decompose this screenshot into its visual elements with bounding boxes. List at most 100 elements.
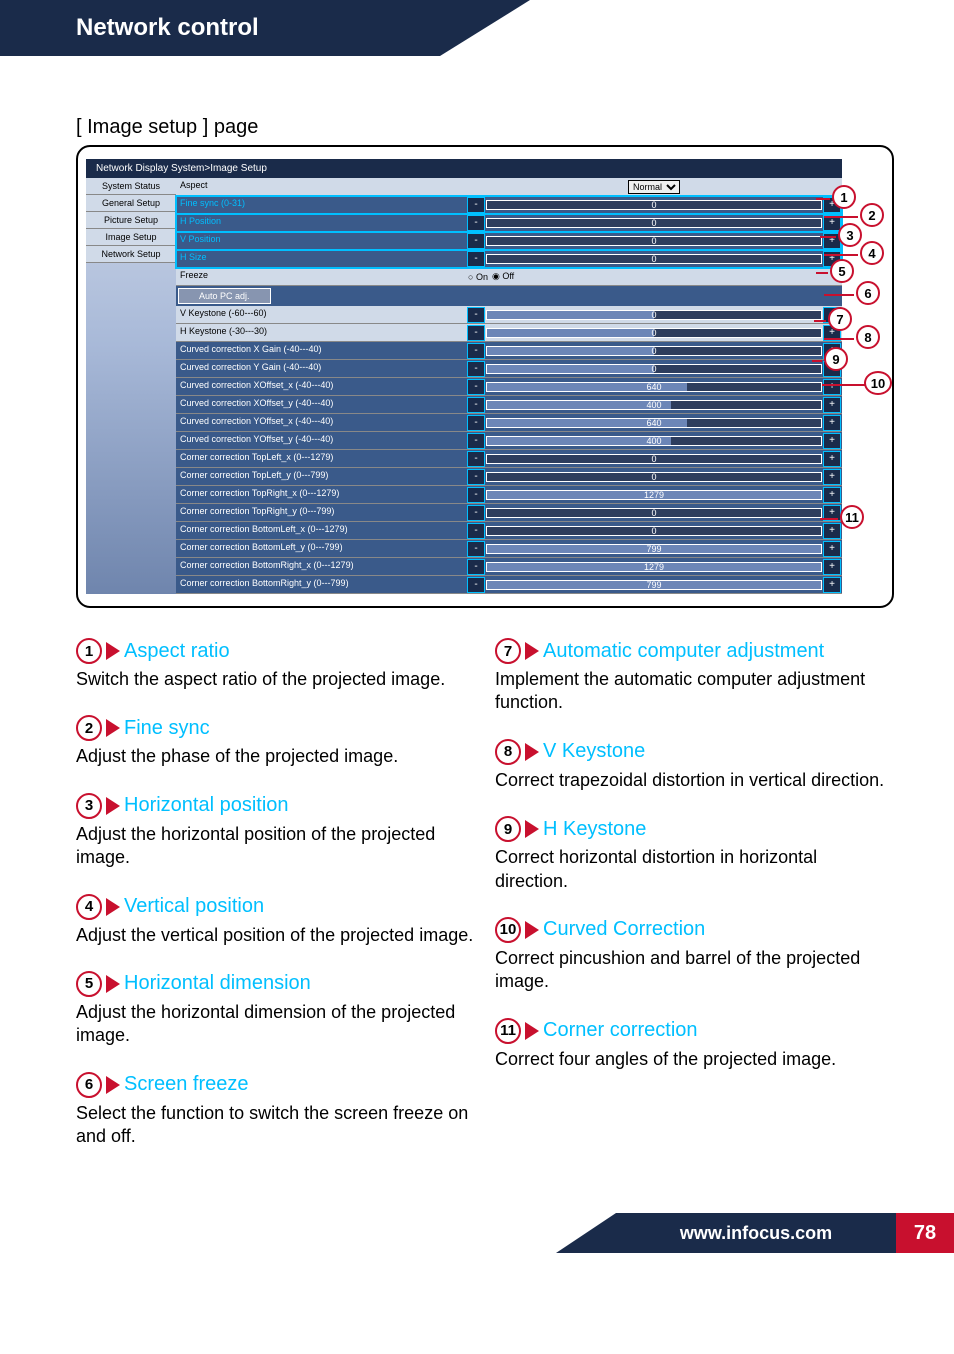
slider-track[interactable]: 0 [486,254,822,264]
minus-button[interactable]: - [468,416,484,430]
settings-grid: Aspect Normal Fine sync (0-31) - 0 + H P… [176,178,842,594]
arrow-icon [106,642,120,660]
arrow-icon [106,1076,120,1094]
row-autopc: Auto PC adj. [176,286,842,306]
minus-button[interactable]: - [468,326,484,340]
minus-button[interactable]: - [468,506,484,520]
ui-panel: System Status General Setup Picture Setu… [86,178,842,594]
row-corner-tr-y: Corner correction TopRight_y (0---799) -… [176,504,842,522]
minus-button[interactable]: - [468,344,484,358]
desc-item-4: 4Vertical position Adjust the vertical p… [76,894,475,947]
minus-button[interactable]: - [468,452,484,466]
sidebar-item-system-status[interactable]: System Status [86,178,176,195]
arrow-icon [525,820,539,838]
row-curved-yoffset-x: Curved correction YOffset_x (-40---40) -… [176,414,842,432]
title-slope [440,0,530,56]
section-heading: Network control [0,0,440,56]
arrow-icon [525,743,539,761]
auto-pc-adj-button[interactable]: Auto PC adj. [178,288,271,304]
row-finesync: Fine sync (0-31) - 0 + [176,196,842,214]
sidebar-item-image-setup[interactable]: Image Setup [86,229,176,246]
callout-4: 4 [860,241,884,265]
callout-layer: 1 2 3 4 5 6 7 8 9 10 11 [814,185,894,745]
freeze-on-radio[interactable]: ○ On [468,272,488,282]
row-freeze: Freeze ○ On ◉ Off [176,268,842,286]
sidebar-item-network-setup[interactable]: Network Setup [86,246,176,263]
arrow-icon [106,898,120,916]
minus-button[interactable]: - [468,198,484,212]
row-corner-tl-y: Corner correction TopLeft_y (0---799) -0… [176,468,842,486]
row-vpos: V Position -0+ [176,232,842,250]
desc-item-8: 8V Keystone Correct trapezoidal distorti… [495,739,894,792]
row-curved-x-gain: Curved correction X Gain (-40---40) -0+ [176,342,842,360]
row-curved-yoffset-y: Curved correction YOffset_y (-40---40) -… [176,432,842,450]
desc-item-6: 6Screen freeze Select the function to sw… [76,1072,475,1149]
label-freeze: Freeze [176,268,466,285]
freeze-off-radio[interactable]: ◉ Off [492,271,514,282]
minus-button[interactable]: - [468,470,484,484]
label-finesync: Fine sync (0-31) [176,196,466,213]
arrow-icon [525,921,539,939]
minus-button[interactable]: - [468,488,484,502]
slider-track[interactable]: 0 [486,236,822,246]
arrow-icon [106,719,120,737]
row-corner-tr-x: Corner correction TopRight_x (0---1279) … [176,486,842,504]
arrow-icon [525,642,539,660]
sidebar-item-general-setup[interactable]: General Setup [86,195,176,212]
desc-item-10: 10Curved Correction Correct pincushion a… [495,917,894,994]
minus-button[interactable]: - [468,542,484,556]
row-corner-bl-y: Corner correction BottomLeft_y (0---799)… [176,540,842,558]
minus-button[interactable]: - [468,380,484,394]
callout-5: 5 [830,259,854,283]
minus-button[interactable]: - [468,398,484,412]
minus-button[interactable]: - [468,234,484,248]
aspect-select[interactable]: Normal [628,180,680,194]
desc-item-11: 11Corner correction Correct four angles … [495,1018,894,1071]
sidebar-item-picture-setup[interactable]: Picture Setup [86,212,176,229]
desc-item-5: 5Horizontal dimension Adjust the horizon… [76,971,475,1048]
minus-button[interactable]: - [468,578,484,592]
row-hsize: H Size -0+ [176,250,842,268]
page-title: [ Image setup ] page [76,116,894,139]
callout-3: 3 [838,223,862,247]
screenshot-frame: Network Display System>Image Setup Syste… [76,145,894,608]
label-aspect: Aspect [176,178,466,195]
row-vkeystone: V Keystone (-60---60) -0+ [176,306,842,324]
row-corner-br-x: Corner correction BottomRight_x (0---127… [176,558,842,576]
arrow-icon [106,975,120,993]
sidebar: System Status General Setup Picture Setu… [86,178,176,594]
callout-2: 2 [860,203,884,227]
minus-button[interactable]: - [468,216,484,230]
minus-button[interactable]: - [468,560,484,574]
callout-1: 1 [832,185,856,209]
row-curved-xoffset-x: Curved correction XOffset_x (-40---40) -… [176,378,842,396]
slider-track[interactable]: 0 [486,218,822,228]
arrow-icon [525,1022,539,1040]
callout-11: 11 [840,505,864,529]
row-aspect: Aspect Normal [176,178,842,196]
arrow-icon [106,797,120,815]
minus-button[interactable]: - [468,252,484,266]
slider-track[interactable]: 0 [486,200,822,210]
callout-10: 10 [864,371,892,395]
callout-7: 7 [828,307,852,331]
row-curved-xoffset-y: Curved correction XOffset_y (-40---40) -… [176,396,842,414]
desc-item-2: 2Fine sync Adjust the phase of the proje… [76,715,475,768]
row-corner-tl-x: Corner correction TopLeft_x (0---1279) -… [176,450,842,468]
minus-button[interactable]: - [468,308,484,322]
row-curved-y-gain: Curved correction Y Gain (-40---40) -0+ [176,360,842,378]
footer-url: www.infocus.com [616,1213,896,1253]
footer-slope [556,1213,616,1253]
row-hpos: H Position -0+ [176,214,842,232]
callout-6: 6 [856,281,880,305]
row-corner-bl-x: Corner correction BottomLeft_x (0---1279… [176,522,842,540]
title-bar: Network control [0,0,954,56]
minus-button[interactable]: - [468,362,484,376]
desc-item-9: 9H Keystone Correct horizontal distortio… [495,816,894,893]
label-hsize: H Size [176,250,466,267]
breadcrumb: Network Display System>Image Setup [86,159,842,178]
page-number: 78 [896,1213,954,1253]
minus-button[interactable]: - [468,434,484,448]
desc-item-1: 1Aspect ratio Switch the aspect ratio of… [76,638,475,691]
minus-button[interactable]: - [468,524,484,538]
